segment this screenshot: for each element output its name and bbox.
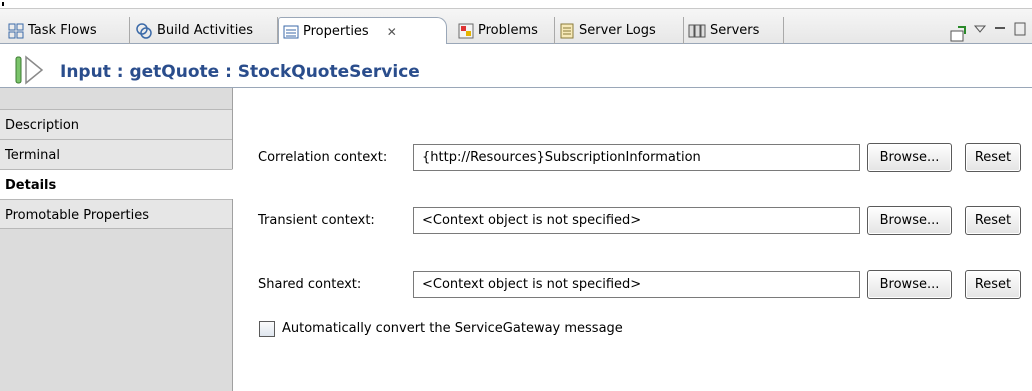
correlation-context-label: Correlation context:	[258, 150, 388, 165]
tab-task-flows[interactable]: Task Flows	[4, 17, 130, 44]
tab-build-activities[interactable]: Build Activities	[131, 17, 278, 44]
shared-browse-button[interactable]: Browse...	[867, 270, 952, 299]
sidebar-item-promotable-properties[interactable]: Promotable Properties	[0, 199, 232, 229]
task-flows-icon	[8, 23, 24, 38]
pin-view-icon[interactable]	[949, 25, 967, 43]
sidebar-item-label: Promotable Properties	[5, 208, 149, 223]
transient-context-label: Transient context:	[258, 213, 375, 228]
auto-convert-label[interactable]: Automatically convert the ServiceGateway…	[282, 321, 623, 336]
shared-context-field[interactable]: <Context object is not specified>	[413, 271, 860, 298]
auto-convert-checkbox[interactable]	[259, 321, 275, 337]
build-activities-icon	[136, 22, 152, 39]
tab-label: Servers	[710, 23, 760, 38]
focus-dot	[2, 2, 4, 6]
maximize-icon[interactable]	[1013, 21, 1027, 37]
sidebar-item-details[interactable]: Details	[0, 169, 233, 199]
shared-context-label: Shared context:	[258, 277, 362, 292]
tab-label: Server Logs	[579, 23, 656, 38]
tab-label: Task Flows	[28, 23, 97, 38]
correlation-context-field[interactable]: {http://Resources}SubscriptionInformatio…	[413, 144, 860, 171]
page-title: Input : getQuote : StockQuoteService	[60, 62, 420, 82]
view-menu-icon[interactable]	[973, 23, 987, 35]
problems-icon	[458, 23, 474, 38]
sidebar-item-label: Details	[5, 178, 57, 193]
sidebar-item-label: Terminal	[5, 148, 60, 163]
transient-context-field[interactable]: <Context object is not specified>	[413, 207, 860, 234]
tab-properties[interactable]: Properties ✕	[278, 17, 447, 46]
properties-icon	[283, 25, 299, 38]
minimize-icon[interactable]	[993, 23, 1007, 35]
input-terminal-icon	[15, 55, 44, 85]
view-tab-bar: Task Flows Build Activities Properties ✕…	[0, 8, 1032, 46]
sidebar-item-label: Description	[5, 118, 80, 133]
tab-servers[interactable]: Servers	[684, 17, 784, 44]
tab-label: Properties	[303, 24, 369, 39]
tab-problems[interactable]: Problems	[454, 17, 555, 44]
sidebar-item-terminal[interactable]: Terminal	[0, 139, 232, 169]
correlation-browse-button[interactable]: Browse...	[867, 143, 952, 172]
tab-label: Build Activities	[157, 23, 254, 38]
transient-reset-button[interactable]: Reset	[965, 206, 1021, 235]
server-logs-icon	[560, 23, 574, 38]
shared-reset-button[interactable]: Reset	[965, 270, 1021, 299]
tab-label: Problems	[478, 23, 538, 38]
close-icon[interactable]: ✕	[387, 25, 397, 39]
tab-server-logs[interactable]: Server Logs	[555, 17, 684, 44]
transient-browse-button[interactable]: Browse...	[867, 206, 952, 235]
sidebar-item-description[interactable]: Description	[0, 109, 232, 139]
servers-icon	[688, 24, 706, 37]
correlation-reset-button[interactable]: Reset	[965, 143, 1021, 172]
